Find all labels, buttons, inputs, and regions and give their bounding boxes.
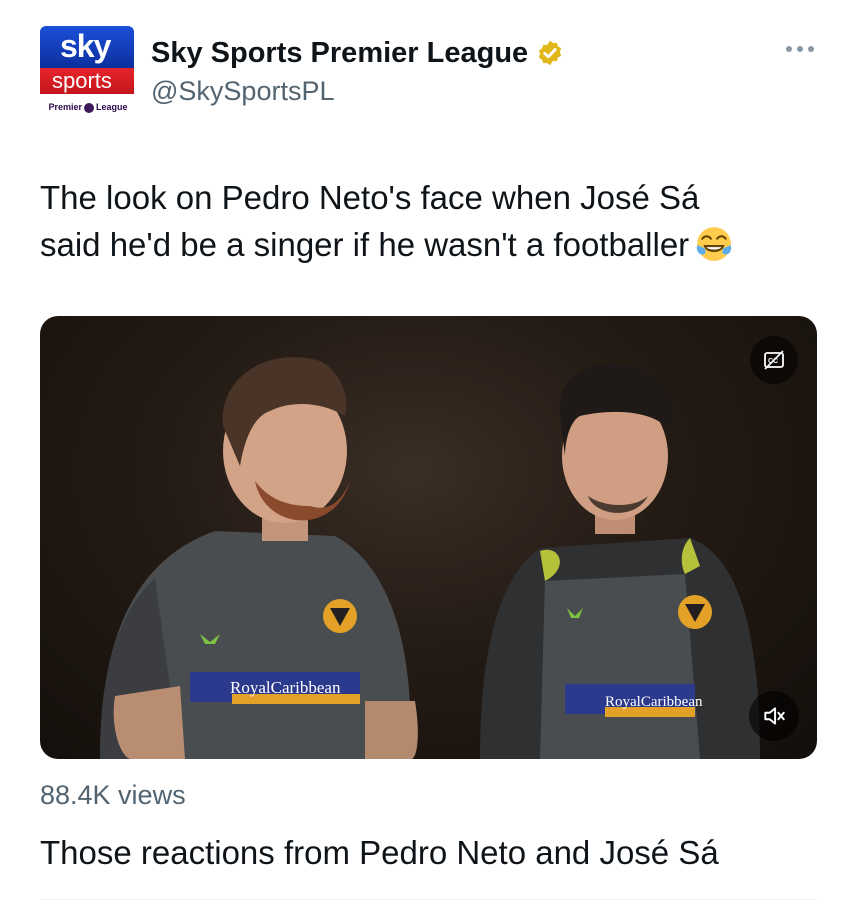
right-shirt-sponsor-text: RoyalCaribbean <box>605 694 703 710</box>
account-avatar[interactable]: sky sports Premier League <box>36 24 136 124</box>
account-name-line: Sky Sports Premier League <box>151 34 564 72</box>
tweet-text-line-1: The look on Pedro Neto's face when José … <box>40 179 700 216</box>
avatar-sports-text: sports <box>52 68 112 93</box>
tweet-text-line-2-content: said he'd be a singer if he wasn't a foo… <box>40 226 690 263</box>
volume-muted-icon <box>764 707 785 725</box>
video-frame: RoyalCaribbean RoyalCaribbean <box>100 357 760 759</box>
face-with-tears-of-joy-emoji-icon <box>697 227 732 261</box>
more-dot-icon <box>786 46 792 52</box>
more-dot-icon <box>797 46 803 52</box>
avatar-sky-text: sky <box>60 28 111 64</box>
left-player-figure: RoyalCaribbean <box>100 357 418 759</box>
left-shirt-sponsor-text: RoyalCaribbean <box>230 678 341 697</box>
account-handle[interactable]: @SkySportsPL <box>151 76 334 107</box>
premier-league-lion-icon <box>84 102 94 113</box>
divider <box>40 899 818 900</box>
avatar-premier-text: Premier <box>48 102 82 112</box>
verified-gold-badge-icon[interactable] <box>536 39 564 67</box>
premier-league-strip: Premier League <box>40 96 136 118</box>
right-player-figure: RoyalCaribbean <box>480 363 760 759</box>
captions-off-icon: CC <box>764 350 784 370</box>
display-name[interactable]: Sky Sports Premier League <box>151 37 528 70</box>
captions-button[interactable]: CC <box>750 336 798 384</box>
more-options-button[interactable] <box>778 32 822 66</box>
video-caption: Those reactions from Pedro Neto and José… <box>40 834 719 871</box>
sky-logo-middle: sports <box>40 68 134 94</box>
tweet-text: The look on Pedro Neto's face when José … <box>40 174 830 268</box>
more-dot-icon <box>808 46 814 52</box>
video-player[interactable]: RoyalCaribbean RoyalCaribbean CC <box>40 316 817 759</box>
sky-logo-top: sky <box>40 26 134 68</box>
tweet-text-line-2: said he'd be a singer if he wasn't a foo… <box>40 221 830 268</box>
view-count: 88.4K views <box>40 780 186 810</box>
unmute-button[interactable] <box>749 691 799 741</box>
avatar-league-text: League <box>96 102 128 112</box>
